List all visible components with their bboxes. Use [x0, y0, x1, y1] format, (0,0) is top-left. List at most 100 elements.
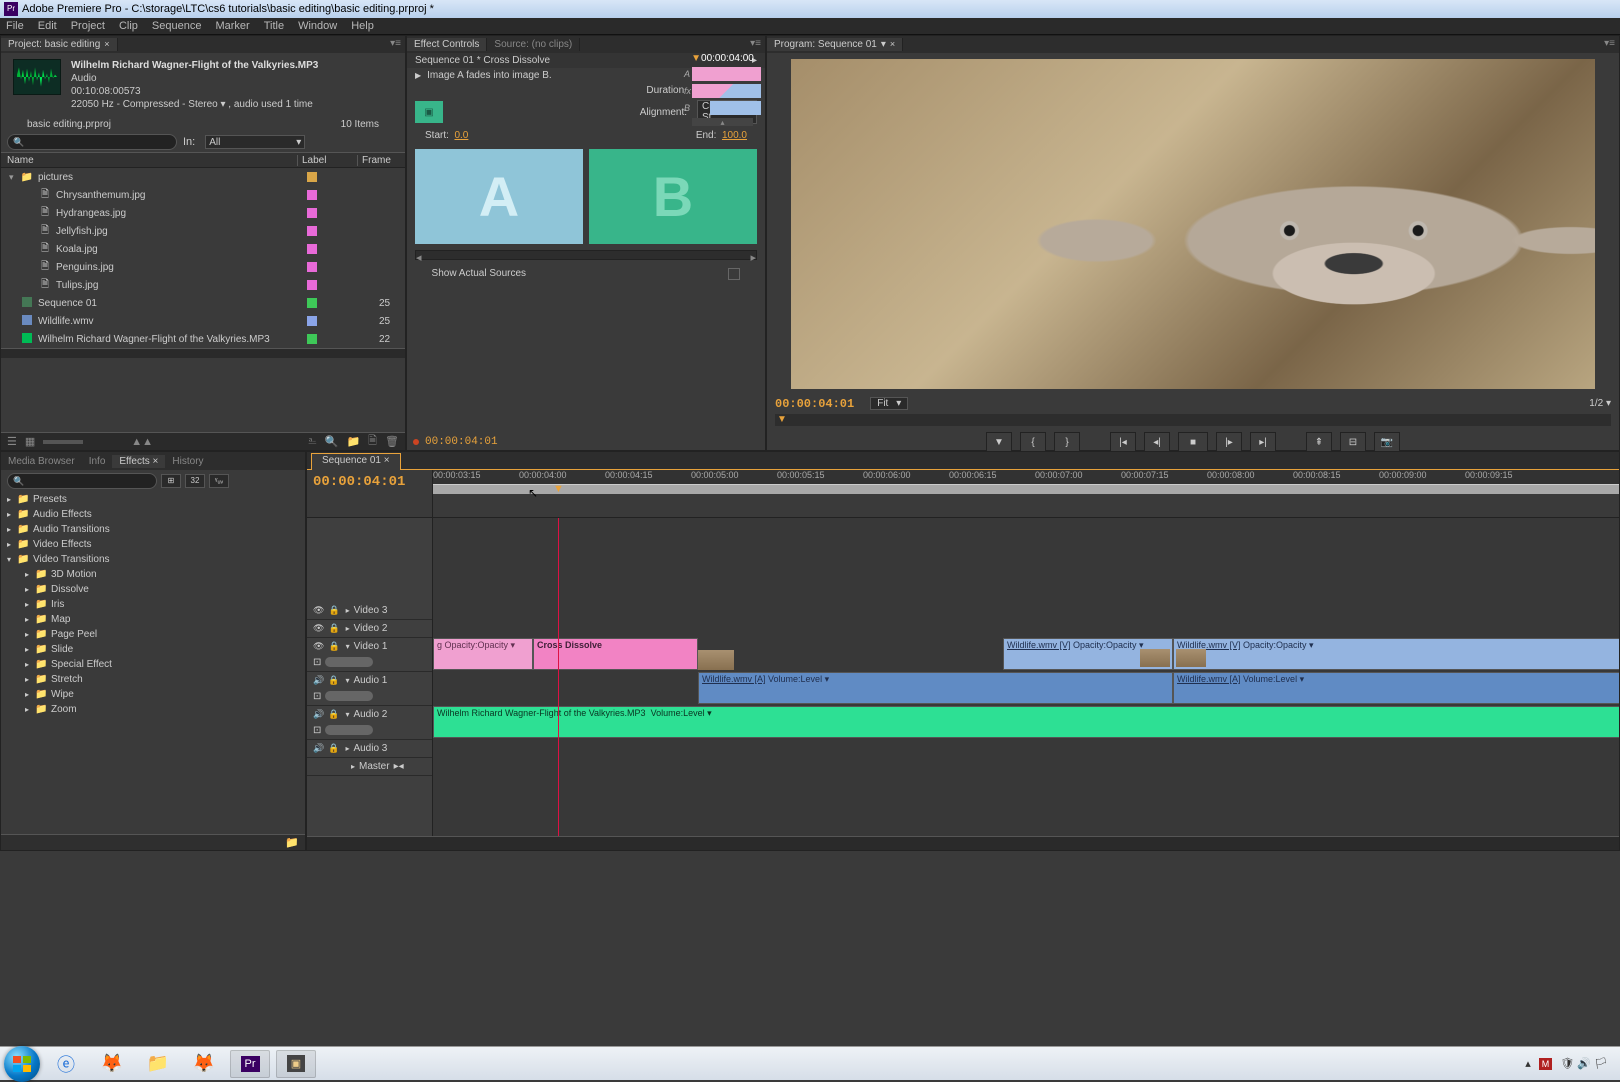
icon-view-icon[interactable]: ▦: [25, 435, 35, 448]
effects-folder[interactable]: ▸📁Zoom: [1, 702, 305, 717]
track-volume-slider[interactable]: [325, 691, 373, 701]
effects-folder[interactable]: ▸📁Wipe: [1, 687, 305, 702]
tab-info[interactable]: Info: [82, 455, 113, 468]
effects-folder[interactable]: ▸📁Dissolve: [1, 582, 305, 597]
track-master[interactable]: ▸Master▸◂: [307, 758, 432, 776]
step-back-button[interactable]: ◂|: [1144, 432, 1170, 452]
work-area-bar[interactable]: ▼: [433, 484, 1619, 494]
eye-icon[interactable]: 👁: [313, 605, 324, 616]
start-button[interactable]: [4, 1046, 40, 1082]
track-audio-3[interactable]: 🔊🔒▸Audio 3: [307, 740, 432, 758]
project-item[interactable]: 🗎Tulips.jpg: [1, 276, 405, 294]
source-tab[interactable]: Source: (no clips): [487, 38, 580, 51]
playhead-icon[interactable]: ▼: [777, 414, 787, 425]
timeline-tab[interactable]: Sequence 01 ×: [311, 453, 401, 470]
tab-media-browser[interactable]: Media Browser: [1, 455, 82, 468]
tray-expand-icon[interactable]: ▴: [1525, 1057, 1531, 1070]
menu-edit[interactable]: Edit: [38, 20, 57, 32]
label-swatch[interactable]: [307, 280, 317, 290]
playhead-icon[interactable]: ▼: [691, 53, 701, 64]
label-swatch[interactable]: [307, 244, 317, 254]
close-icon[interactable]: ×: [381, 455, 390, 466]
menu-clip[interactable]: Clip: [119, 20, 138, 32]
effects-folder[interactable]: ▸📁Iris: [1, 597, 305, 612]
goto-out-button[interactable]: ▸|: [1250, 432, 1276, 452]
label-swatch[interactable]: [307, 334, 317, 344]
timeline-scrollbar[interactable]: [307, 836, 1619, 850]
project-item[interactable]: 🗎Hydrangeas.jpg: [1, 204, 405, 222]
speaker-icon[interactable]: 🔊: [313, 675, 324, 686]
track-audio-2[interactable]: 🔊🔒▾Audio 2 ⊡: [307, 706, 432, 740]
col-name-header[interactable]: Name: [1, 155, 297, 166]
effects-folder[interactable]: ▸📁Map: [1, 612, 305, 627]
effects-folder[interactable]: ▸📁Audio Effects: [1, 507, 305, 522]
label-swatch[interactable]: [307, 298, 317, 308]
program-timecode[interactable]: 00:00:04:01: [775, 397, 854, 411]
effects-new-bin-icon[interactable]: 📁: [1, 834, 305, 850]
zoom-dropdown[interactable]: Fit▾: [870, 397, 908, 410]
menu-window[interactable]: Window: [298, 20, 337, 32]
lock-icon[interactable]: 🔒: [328, 709, 339, 720]
lock-icon[interactable]: 🔒: [328, 743, 339, 754]
speaker-icon[interactable]: 🔊: [313, 709, 324, 720]
track-video-3[interactable]: 👁🔒▸Video 3: [307, 602, 432, 620]
zoom-slider[interactable]: [43, 440, 83, 444]
mini-clip-a[interactable]: [692, 67, 761, 81]
clip-wildlife-v2[interactable]: Wildlife.wmv [V] Opacity:Opacity ▾: [1173, 638, 1619, 670]
label-swatch[interactable]: [307, 262, 317, 272]
explorer-icon[interactable]: 📁: [138, 1050, 178, 1078]
clip-wagner[interactable]: Wilhelm Richard Wagner-Flight of the Val…: [433, 706, 1619, 738]
eye-icon[interactable]: 👁: [313, 641, 324, 652]
effects-folder[interactable]: ▸📁Video Effects: [1, 537, 305, 552]
track-video-2[interactable]: 👁🔒▸Video 2: [307, 620, 432, 638]
extract-button[interactable]: ⊟: [1340, 432, 1366, 452]
effect-timecode[interactable]: 00:00:04:01: [425, 436, 498, 448]
track-fx-icon[interactable]: ⊡: [313, 657, 321, 668]
step-fwd-button[interactable]: |▸: [1216, 432, 1242, 452]
delete-icon[interactable]: 🗑: [385, 435, 399, 448]
menu-sequence[interactable]: Sequence: [152, 20, 202, 32]
find-icon[interactable]: 🔍: [325, 435, 339, 448]
play-icon[interactable]: ▶: [415, 71, 421, 80]
list-view-icon[interactable]: ☰: [7, 435, 17, 448]
effects-folder[interactable]: ▸📁Slide: [1, 642, 305, 657]
new-bin-icon[interactable]: 📁: [346, 435, 360, 448]
menu-project[interactable]: Project: [71, 20, 105, 32]
speaker-icon[interactable]: 🔊: [313, 743, 324, 754]
new-item-icon[interactable]: 🗎: [368, 432, 377, 451]
firefox-icon[interactable]: 🦊: [92, 1050, 132, 1078]
resolution-dropdown[interactable]: 1/2 ▾: [1589, 398, 1611, 409]
ie-icon[interactable]: ⓔ: [46, 1050, 86, 1078]
program-scrubber[interactable]: ▼: [775, 414, 1611, 426]
menu-title[interactable]: Title: [264, 20, 284, 32]
label-swatch[interactable]: [307, 208, 317, 218]
effects-folder[interactable]: ▸📁Audio Transitions: [1, 522, 305, 537]
in-point-button[interactable]: {: [1020, 432, 1046, 452]
marker-button[interactable]: ▼: [986, 432, 1012, 452]
transition-slider[interactable]: ◂▸: [415, 250, 757, 260]
eye-icon[interactable]: 👁: [313, 623, 324, 634]
lock-icon[interactable]: 🔒: [328, 623, 339, 634]
clip-wildlife-a2[interactable]: Wildlife.wmv [A] Volume:Level ▾: [1173, 672, 1619, 704]
project-tab[interactable]: Project: basic editing×: [1, 38, 118, 51]
project-search-input[interactable]: 🔍: [7, 134, 177, 150]
effects-folder[interactable]: ▸📁Page Peel: [1, 627, 305, 642]
premiere-taskbar-icon[interactable]: Pr: [230, 1050, 270, 1078]
lock-icon[interactable]: 🔒: [328, 641, 339, 652]
playhead-line[interactable]: [558, 518, 559, 836]
close-icon[interactable]: ×: [104, 39, 109, 49]
time-ruler[interactable]: 00:00:03:1500:00:04:0000:00:04:1500:00:0…: [433, 470, 1619, 484]
col-label-header[interactable]: Label: [297, 155, 357, 166]
track-audio-1[interactable]: 🔊🔒▾Audio 1 ⊡: [307, 672, 432, 706]
chevron-up-icon[interactable]: ▴: [692, 118, 753, 127]
end-value[interactable]: 100.0: [722, 130, 747, 141]
panel-menu-icon[interactable]: ▾≡: [1604, 38, 1615, 49]
track-video-1[interactable]: 👁🔒▾Video 1 ⊡: [307, 638, 432, 672]
project-item[interactable]: 🗎Penguins.jpg: [1, 258, 405, 276]
clip-wildlife-a1[interactable]: Wildlife.wmv [A] Volume:Level ▾: [698, 672, 1173, 704]
playhead-icon[interactable]: ▼: [553, 483, 564, 495]
effects-search-input[interactable]: 🔍: [7, 473, 157, 489]
clip-wildlife-v1[interactable]: Wildlife.wmv [V] Opacity:Opacity ▾: [1003, 638, 1173, 670]
project-item[interactable]: 🗎Koala.jpg: [1, 240, 405, 258]
program-tab[interactable]: Program: Sequence 01▾×: [767, 38, 903, 51]
